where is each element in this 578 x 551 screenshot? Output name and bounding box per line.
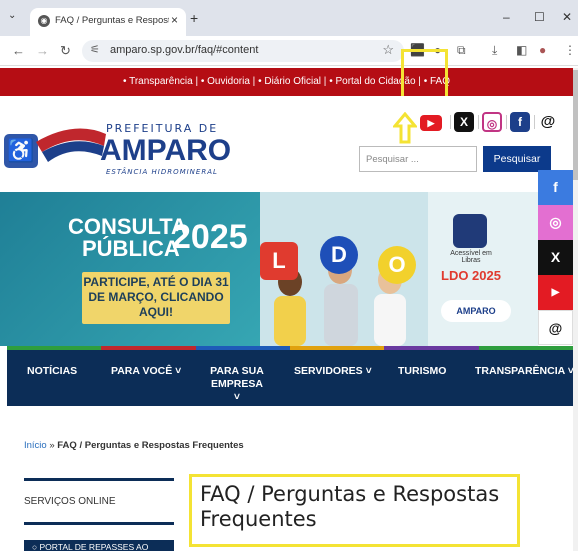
banner-title-line2: PÚBLICA [82, 236, 180, 261]
breadcrumb-current: FAQ / Perguntas e Respostas Frequentes [57, 440, 244, 451]
sidebar: SERVIÇOS ONLINE ○ PORTAL DE REPASSES AO [24, 478, 174, 551]
site-favicon-icon: ◉ [38, 15, 50, 27]
new-tab-button[interactable]: + [190, 10, 198, 26]
nav-turismo[interactable]: TURISMO [398, 365, 446, 378]
x-float-icon[interactable]: X [538, 240, 573, 275]
tab-list-chevron-icon[interactable]: ⌄ [8, 10, 16, 21]
close-tab-icon[interactable]: × [171, 13, 178, 27]
browser-toolbar: ← → ↻ ⚟ amparo.sp.gov.br/faq/#content ☆ … [0, 36, 578, 66]
libras-hands-icon [453, 214, 487, 248]
nav-para-sua-empresa[interactable]: PARA SUA EMPRESA ˅ [207, 365, 267, 404]
search-button[interactable]: Pesquisar [483, 146, 551, 172]
divider [478, 115, 479, 129]
breadcrumb: Início » FAQ / Perguntas e Respostas Fre… [24, 440, 244, 451]
scrollbar-thumb[interactable] [573, 70, 578, 180]
x-icon[interactable]: X [454, 112, 474, 132]
sidebar-icon[interactable]: ◧ [516, 43, 527, 57]
instagram-float-icon[interactable]: ◎ [538, 205, 573, 240]
url-text: amparo.sp.gov.br/faq/#content [110, 44, 259, 56]
main-navigation: NOTÍCIAS PARA VOCÊ ˅ PARA SUA EMPRESA ˅ … [7, 350, 574, 406]
up-arrow-annotation-icon [393, 112, 417, 144]
bookmark-star-icon[interactable]: ☆ [382, 42, 394, 58]
divider [534, 115, 535, 129]
banner-cta[interactable]: PARTICIPE, ATÉ O DIA 31 DE MARÇO, CLICAN… [82, 272, 230, 324]
divider [24, 522, 174, 525]
breadcrumb-home[interactable]: Início [24, 440, 47, 451]
nav-servidores[interactable]: SERVIDORES ˅ [294, 365, 372, 378]
maximize-button[interactable]: ☐ [534, 10, 545, 24]
divider [450, 115, 451, 129]
menu-icon[interactable]: ⋮ [564, 43, 576, 57]
instagram-icon[interactable]: ◎ [482, 112, 502, 132]
nav-transparencia[interactable]: TRANSPARÊNCIA ˅ [475, 365, 574, 378]
ldo-letter-o: O [378, 246, 416, 284]
divider [24, 478, 174, 481]
sidebar-title: SERVIÇOS ONLINE [24, 496, 116, 507]
tab-title: FAQ / Perguntas e Respostas Fr [55, 15, 169, 26]
ldo-letter-d: D [320, 236, 358, 274]
utility-links-bar: • Transparência | • Ouvidoria | • Diário… [0, 68, 573, 96]
libras-text: Acessível em Libras [450, 250, 492, 264]
minimize-button[interactable]: – [503, 10, 510, 24]
threads-icon[interactable]: @ [538, 112, 558, 132]
profile-avatar[interactable]: ● [539, 43, 546, 57]
download-icon[interactable]: ⤓ [492, 43, 497, 58]
link-diario-oficial[interactable]: • Diário Oficial [258, 76, 321, 87]
ldo-letter-l: L [260, 242, 298, 280]
youtube-icon[interactable]: ▶ [420, 115, 442, 131]
breadcrumb-separator: » [46, 440, 58, 451]
logo-line2: AMPARO [100, 134, 231, 167]
search-input[interactable]: Pesquisar ... [359, 146, 477, 172]
youtube-float-icon[interactable]: ▶ [538, 275, 573, 310]
link-transparencia[interactable]: • Transparência [123, 76, 193, 87]
nav-noticias[interactable]: NOTÍCIAS [27, 365, 77, 378]
close-window-button[interactable]: ✕ [562, 10, 572, 24]
extensions-puzzle-icon[interactable]: ⧉ [457, 43, 466, 58]
prefeitura-logo[interactable]: PREFEITURA DE AMPARO ESTÂNCIA HIDROMINER… [34, 112, 234, 182]
link-ouvidoria[interactable]: • Ouvidoria [201, 76, 250, 87]
divider [506, 115, 507, 129]
page-title: FAQ / Perguntas e Respostas Frequentes [200, 482, 500, 531]
accessibility-icon[interactable]: ♿ [4, 134, 38, 168]
ldo-letters: L D O [260, 236, 420, 286]
nav-para-voce[interactable]: PARA VOCÊ ˅ [111, 365, 181, 378]
sidebar-item-portal-repasses[interactable]: ○ PORTAL DE REPASSES AO [24, 540, 174, 551]
forward-button[interactable]: → [36, 43, 49, 58]
banner-year: 2025 [172, 218, 248, 256]
threads-float-icon[interactable]: @ [538, 310, 573, 345]
floating-social-bar: f ◎ X ▶ @ [538, 170, 573, 345]
logo-line3: ESTÂNCIA HIDROMINERAL [106, 167, 218, 176]
ldo-small-label: LDO 2025 [441, 268, 501, 283]
amparo-badge: AMPARO [441, 300, 511, 322]
browser-tab[interactable]: ◉ FAQ / Perguntas e Respostas Fr × [30, 8, 186, 36]
browser-tab-bar: ⌄ ◉ FAQ / Perguntas e Respostas Fr × + –… [0, 0, 578, 36]
scrollbar[interactable] [573, 68, 578, 551]
reload-button[interactable]: ↻ [60, 43, 71, 59]
site-info-icon[interactable]: ⚟ [90, 43, 100, 56]
consulta-publica-banner[interactable]: CONSULTA PÚBLICA 2025 PARTICIPE, ATÉ O D… [0, 192, 538, 346]
facebook-icon[interactable]: f [510, 112, 530, 132]
back-button[interactable]: ← [12, 43, 25, 58]
address-bar[interactable]: ⚟ amparo.sp.gov.br/faq/#content ☆ [82, 40, 404, 62]
facebook-float-icon[interactable]: f [538, 170, 573, 205]
